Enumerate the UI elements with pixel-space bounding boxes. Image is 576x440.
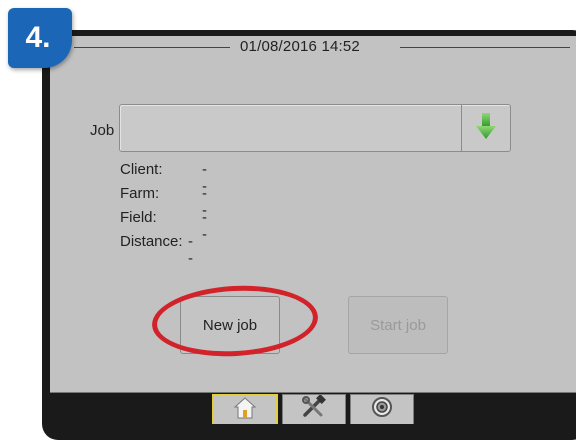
- field-value: --: [202, 209, 207, 243]
- home-icon: [233, 396, 257, 424]
- header-divider-left: [74, 47, 230, 48]
- green-down-arrow-icon: [476, 112, 496, 145]
- tab-gauge[interactable]: [350, 394, 414, 424]
- distance-value: --: [188, 233, 193, 267]
- distance-row: Distance: --: [120, 233, 193, 267]
- client-row: Client: --: [120, 161, 207, 195]
- tab-bar-divider: [50, 392, 576, 393]
- header-datetime: 01/08/2016 14:52: [240, 38, 360, 55]
- gauge-icon: [371, 396, 393, 423]
- header-divider-right: [400, 47, 570, 48]
- start-job-button[interactable]: Start job: [348, 296, 448, 354]
- distance-label: Distance:: [120, 233, 183, 250]
- job-label: Job: [90, 122, 115, 139]
- field-label: Field:: [120, 209, 157, 226]
- job-dropdown-button[interactable]: [461, 105, 510, 151]
- field-row: Field: --: [120, 209, 207, 243]
- step-badge: 4.: [8, 8, 72, 68]
- tab-tools[interactable]: [282, 394, 346, 424]
- job-select[interactable]: [119, 104, 511, 152]
- tools-icon: [301, 394, 327, 424]
- tab-home[interactable]: [212, 394, 278, 424]
- farm-label: Farm:: [120, 185, 160, 202]
- client-label: Client:: [120, 161, 163, 178]
- farm-row: Farm: --: [120, 185, 207, 219]
